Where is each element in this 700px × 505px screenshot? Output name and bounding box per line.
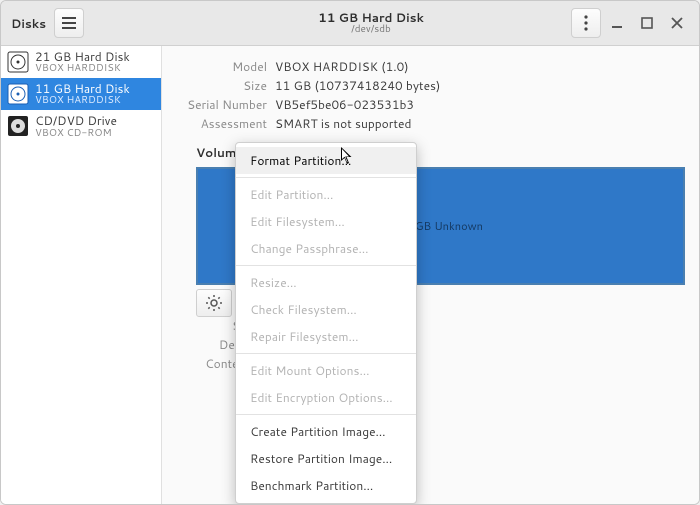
device-sub: VBOX CD-ROM [35, 128, 117, 139]
value-assessment: SMART is not supported [275, 115, 411, 132]
close-icon [671, 17, 683, 29]
device-item-11gb[interactable]: 11 GB Hard DiskVBOX HARDDISK [1, 78, 161, 110]
device-sidebar: 21 GB Hard DiskVBOX HARDDISK 11 GB Hard … [1, 46, 162, 504]
menu-edit-mount-options[interactable]: Edit Mount Options… [236, 357, 416, 384]
maximize-icon [641, 17, 653, 29]
volume-context-menu: Format Partition… Edit Partition… Edit F… [235, 142, 417, 504]
value-model: VBOX HARDDISK (1.0) [275, 58, 409, 75]
menu-edit-encryption-options[interactable]: Edit Encryption Options… [236, 384, 416, 411]
menu-format-partition[interactable]: Format Partition… [236, 147, 416, 174]
menu-edit-filesystem[interactable]: Edit Filesystem… [236, 208, 416, 235]
close-button[interactable] [663, 9, 691, 37]
hamburger-icon [62, 17, 76, 29]
menu-benchmark-partition[interactable]: Benchmark Partition… [236, 472, 416, 499]
app-title: Disks [11, 15, 46, 32]
label-size: Size [172, 77, 267, 94]
menu-repair-filesystem[interactable]: Repair Filesystem… [236, 323, 416, 350]
value-size: 11 GB (10737418240 bytes) [275, 77, 440, 94]
titlebar: Disks 11 GB Hard Disk /dev/sdb [1, 1, 699, 46]
hdd-icon [7, 83, 29, 105]
kebab-icon [584, 15, 588, 31]
titlebar-right [571, 8, 699, 38]
app-window: Disks 11 GB Hard Disk /dev/sdb [0, 0, 700, 505]
disk-menu-button[interactable] [571, 8, 601, 38]
menu-check-filesystem[interactable]: Check Filesystem… [236, 296, 416, 323]
menu-resize[interactable]: Resize… [236, 269, 416, 296]
disk-subtitle: /dev/sdb [351, 24, 391, 35]
value-serial: VB5ef5be06-023531b3 [275, 96, 414, 113]
menu-edit-partition[interactable]: Edit Partition… [236, 181, 416, 208]
volume-options-button[interactable] [196, 289, 232, 317]
device-item-21gb[interactable]: 21 GB Hard DiskVBOX HARDDISK [1, 46, 161, 78]
label-model: Model [172, 58, 267, 75]
titlebar-center: 11 GB Hard Disk /dev/sdb [171, 11, 571, 35]
device-item-cd[interactable]: CD/DVD DriveVBOX CD-ROM [1, 110, 161, 142]
titlebar-left: Disks [1, 8, 171, 38]
device-sub: VBOX HARDDISK [35, 95, 130, 106]
maximize-button[interactable] [633, 9, 661, 37]
menu-create-partition-image[interactable]: Create Partition Image… [236, 418, 416, 445]
menu-restore-partition-image[interactable]: Restore Partition Image… [236, 445, 416, 472]
app-menu-button[interactable] [54, 8, 84, 38]
menu-change-passphrase[interactable]: Change Passphrase… [236, 235, 416, 262]
device-sub: VBOX HARDDISK [35, 63, 130, 74]
hdd-icon [7, 51, 29, 73]
label-serial: Serial Number [172, 96, 267, 113]
minimize-icon [611, 17, 623, 29]
gear-icon [206, 295, 222, 311]
cd-icon [7, 115, 29, 137]
label-assessment: Assessment [172, 115, 267, 132]
minimize-button[interactable] [603, 9, 631, 37]
